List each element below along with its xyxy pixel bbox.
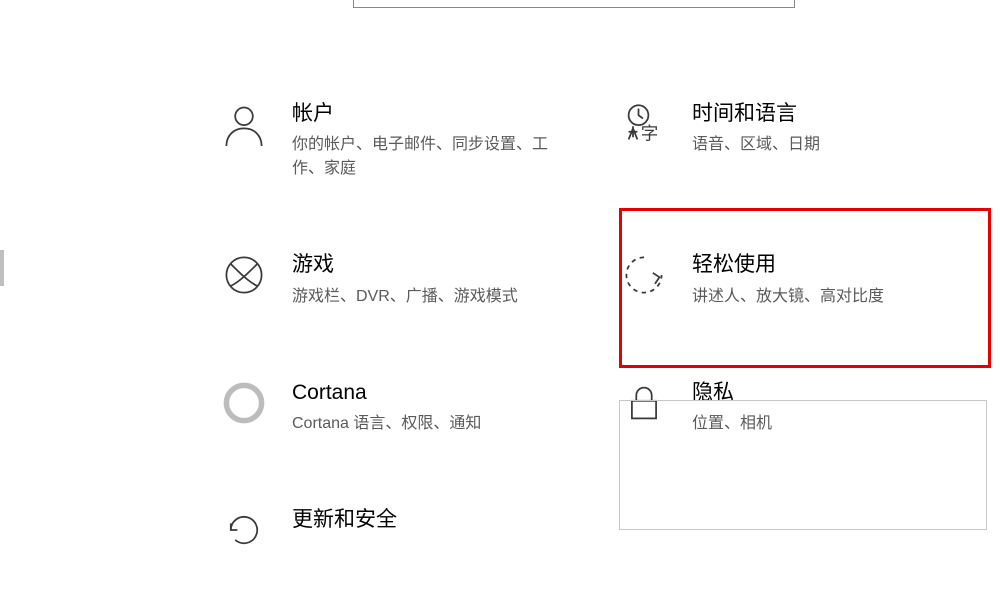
settings-item-privacy[interactable]: 隐私 位置、相机 [620,379,772,436]
settings-item-title: 更新和安全 [292,506,397,533]
cortana-icon [220,379,268,427]
window-edge [0,250,4,286]
svg-text:字: 字 [641,123,659,143]
settings-item-desc: 讲述人、放大镜、高对比度 [692,285,884,309]
time-language-icon: 字 [620,100,668,148]
search-box-bottom-edge [353,0,795,8]
ease-of-access-icon [620,251,668,299]
settings-item-text: Cortana Cortana 语言、权限、通知 [292,379,481,436]
update-icon [220,506,268,554]
settings-item-desc: 语音、区域、日期 [692,133,820,157]
settings-item-title: 隐私 [692,379,772,406]
settings-item-text: 更新和安全 [292,506,397,533]
settings-item-gaming[interactable]: 游戏 游戏栏、DVR、广播、游戏模式 [220,251,620,308]
settings-page: 帐户 你的帐户、电子邮件、同步设置、工作、家庭 字 时间和语言 语音、区域、日期 [0,0,1000,600]
settings-item-desc: Cortana 语言、权限、通知 [292,412,481,436]
settings-item-text: 游戏 游戏栏、DVR、广播、游戏模式 [292,251,518,308]
settings-row: 游戏 游戏栏、DVR、广播、游戏模式 轻松使用 讲述人、放大镜、高对比度 [220,251,1000,308]
settings-row: Cortana Cortana 语言、权限、通知 隐私 位置、相机 [220,379,1000,436]
settings-item-text: 隐私 位置、相机 [692,379,772,436]
settings-item-text: 轻松使用 讲述人、放大镜、高对比度 [692,251,884,308]
settings-item-text: 帐户 你的帐户、电子邮件、同步设置、工作、家庭 [292,100,552,181]
settings-item-title: 帐户 [292,100,552,127]
settings-item-title: 游戏 [292,251,518,278]
settings-item-update-security[interactable]: 更新和安全 [220,506,620,554]
person-icon [220,100,268,148]
settings-row: 帐户 你的帐户、电子邮件、同步设置、工作、家庭 字 时间和语言 语音、区域、日期 [220,100,1000,181]
settings-item-cortana[interactable]: Cortana Cortana 语言、权限、通知 [220,379,620,436]
settings-grid: 帐户 你的帐户、电子邮件、同步设置、工作、家庭 字 时间和语言 语音、区域、日期 [220,100,1000,600]
settings-item-title: 时间和语言 [692,100,820,127]
settings-item-desc: 位置、相机 [692,412,772,436]
settings-item-desc: 你的帐户、电子邮件、同步设置、工作、家庭 [292,133,552,181]
settings-item-accounts[interactable]: 帐户 你的帐户、电子邮件、同步设置、工作、家庭 [220,100,620,181]
settings-item-desc: 游戏栏、DVR、广播、游戏模式 [292,285,518,309]
settings-row: 更新和安全 [220,506,1000,554]
xbox-icon [220,251,268,299]
settings-item-text: 时间和语言 语音、区域、日期 [692,100,820,157]
settings-item-ease-of-access[interactable]: 轻松使用 讲述人、放大镜、高对比度 [620,251,884,308]
settings-item-time-language[interactable]: 字 时间和语言 语音、区域、日期 [620,100,820,181]
lock-icon [620,379,668,427]
settings-item-title: 轻松使用 [692,251,884,278]
settings-item-title: Cortana [292,379,481,406]
